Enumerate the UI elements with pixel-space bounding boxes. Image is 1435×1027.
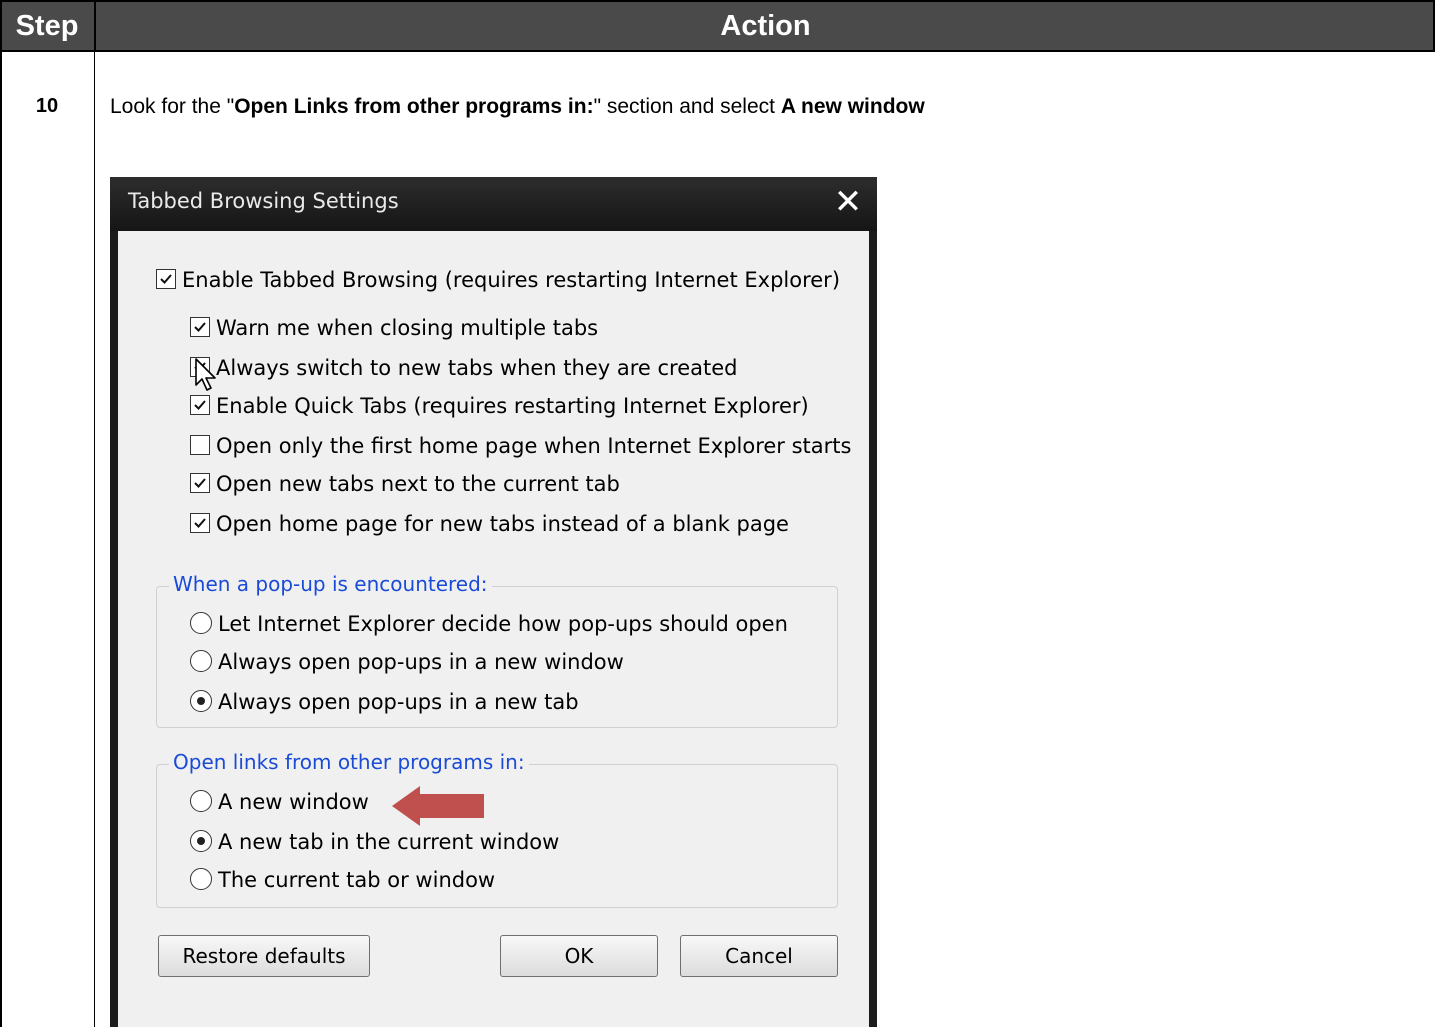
checkbox-home-page-new-tabs[interactable]: Open home page for new tabs instead of a… (190, 509, 789, 539)
tabbed-browsing-dialog: Tabbed Browsing Settings ✕ Enable Tabbed… (110, 177, 877, 1027)
radio-links-new-window[interactable]: A new window (190, 787, 369, 817)
dialog-body: Enable Tabbed Browsing (requires restart… (118, 231, 869, 1027)
popup-group-label: When a pop-up is encountered: (169, 572, 492, 596)
radio-label: Always open pop-ups in a new window (218, 650, 624, 674)
instruction-bold: A new window (780, 95, 925, 118)
red-arrow-icon (392, 786, 484, 826)
checkbox-icon[interactable] (190, 473, 210, 493)
checkbox-label: Open only the first home page when Inter… (216, 434, 852, 458)
radio-icon[interactable] (190, 790, 212, 812)
close-icon[interactable]: ✕ (830, 185, 866, 219)
checkbox-quick-tabs[interactable]: Enable Quick Tabs (requires restarting I… (190, 391, 809, 421)
dialog-titlebar[interactable]: Tabbed Browsing Settings ✕ (110, 177, 877, 231)
step-number: 10 (35, 95, 59, 117)
checkbox-next-to-current[interactable]: Open new tabs next to the current tab (190, 469, 620, 499)
table-header: Step Action (0, 0, 1435, 52)
radio-popups-new-tab[interactable]: Always open pop-ups in a new tab (190, 687, 579, 717)
links-group-label: Open links from other programs in: (169, 750, 529, 774)
radio-selected-dot (197, 697, 205, 705)
radio-ie-decide[interactable]: Let Internet Explorer decide how pop-ups… (190, 609, 788, 639)
mouse-cursor-icon (195, 358, 216, 391)
radio-label: The current tab or window (218, 868, 496, 892)
checkbox-first-home-page[interactable]: Open only the first home page when Inter… (190, 431, 851, 461)
header-step: Step (15, 10, 79, 42)
checkbox-enable-tabbed[interactable]: Enable Tabbed Browsing (requires restart… (156, 265, 840, 295)
restore-defaults-button[interactable]: Restore defaults (158, 935, 370, 977)
ok-button[interactable]: OK (500, 935, 658, 977)
radio-icon[interactable] (190, 830, 212, 852)
checkbox-icon[interactable] (190, 395, 210, 415)
checkbox-icon[interactable] (190, 435, 210, 455)
instruction-text: " section and select (593, 95, 781, 118)
radio-icon[interactable] (190, 650, 212, 672)
dialog-title: Tabbed Browsing Settings (128, 189, 399, 213)
checkbox-icon[interactable] (156, 269, 176, 289)
cancel-button[interactable]: Cancel (680, 935, 838, 977)
checkbox-label: Open new tabs next to the current tab (216, 472, 620, 496)
checkbox-label: Enable Tabbed Browsing (requires restart… (182, 268, 841, 292)
checkbox-switch-new-tabs[interactable]: Always switch to new tabs when they are … (190, 353, 737, 383)
radio-icon[interactable] (190, 690, 212, 712)
radio-icon[interactable] (190, 612, 212, 634)
column-divider (94, 0, 96, 52)
checkbox-label: Always switch to new tabs when they are … (216, 356, 738, 380)
checkbox-icon[interactable] (190, 513, 210, 533)
radio-popups-new-window[interactable]: Always open pop-ups in a new window (190, 647, 624, 677)
table-border (0, 0, 2, 1027)
header-action: Action (720, 10, 811, 42)
radio-label: Let Internet Explorer decide how pop-ups… (218, 612, 788, 636)
radio-selected-dot (197, 837, 205, 845)
radio-label: Always open pop-ups in a new tab (218, 690, 579, 714)
radio-icon[interactable] (190, 868, 212, 890)
step-instruction: Look for the "Open Links from other prog… (110, 95, 925, 119)
radio-label: A new window (218, 790, 369, 814)
checkbox-label: Warn me when closing multiple tabs (216, 316, 599, 340)
radio-links-current-tab[interactable]: The current tab or window (190, 865, 495, 895)
checkbox-label: Open home page for new tabs instead of a… (216, 512, 789, 536)
instruction-bold: Open Links from other programs in: (234, 95, 594, 118)
column-divider (94, 52, 95, 1027)
checkbox-icon[interactable] (190, 317, 210, 337)
checkbox-warn-closing[interactable]: Warn me when closing multiple tabs (190, 313, 598, 343)
instruction-text: Look for the " (110, 95, 235, 118)
checkbox-label: Enable Quick Tabs (requires restarting I… (216, 394, 809, 418)
radio-links-new-tab[interactable]: A new tab in the current window (190, 827, 559, 857)
radio-label: A new tab in the current window (218, 830, 560, 854)
